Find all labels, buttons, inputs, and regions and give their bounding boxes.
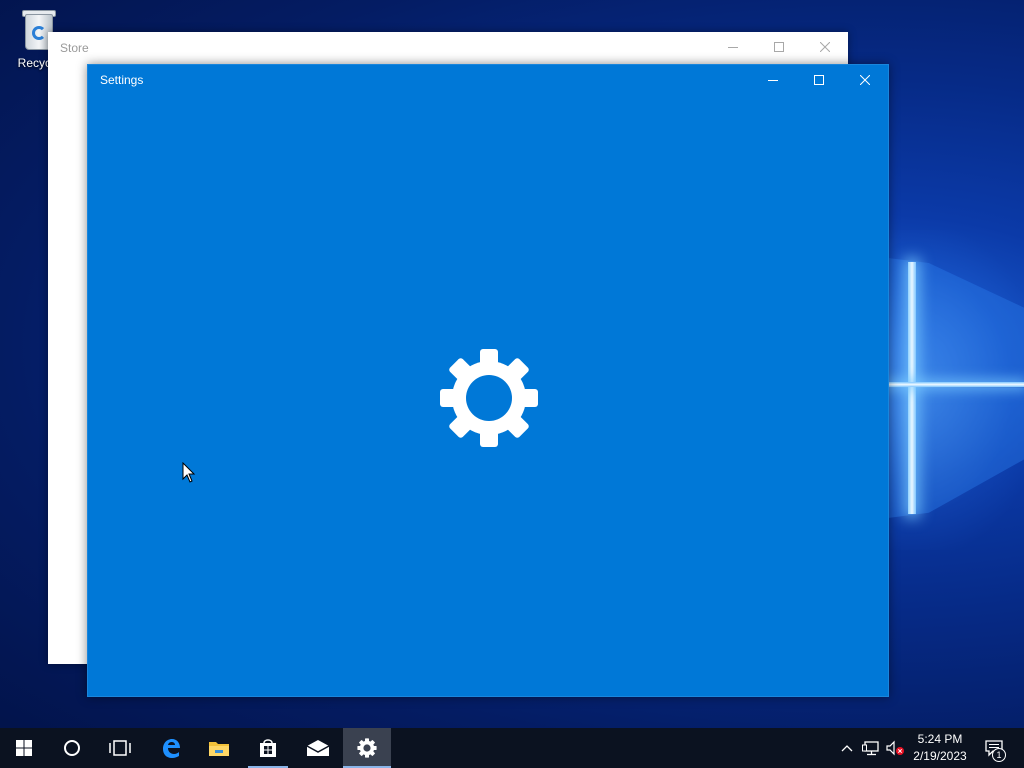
chevron-up-icon bbox=[841, 745, 853, 752]
settings-taskbar-button[interactable] bbox=[343, 728, 391, 768]
network-icon bbox=[862, 741, 879, 756]
maximize-button[interactable] bbox=[796, 65, 842, 95]
window-title: Settings bbox=[100, 73, 144, 87]
notification-count-badge: 1 bbox=[992, 748, 1006, 762]
settings-window[interactable]: Settings bbox=[87, 64, 889, 697]
store-bag-icon bbox=[260, 739, 276, 757]
volume-button[interactable] bbox=[884, 728, 906, 768]
task-view-button[interactable] bbox=[96, 728, 144, 768]
start-button[interactable] bbox=[0, 728, 48, 768]
edge-icon bbox=[163, 739, 180, 758]
action-center-button[interactable] bbox=[978, 728, 1010, 768]
minimize-icon bbox=[768, 80, 778, 81]
maximize-icon bbox=[774, 42, 784, 52]
minimize-button[interactable] bbox=[710, 32, 756, 62]
mail-button[interactable] bbox=[294, 728, 342, 768]
store-taskbar-button[interactable] bbox=[244, 728, 292, 768]
clock[interactable]: 5:24 PM 2/19/2023 bbox=[906, 731, 974, 765]
windows-logo-icon bbox=[16, 740, 32, 756]
close-button[interactable] bbox=[802, 32, 848, 62]
gear-icon bbox=[357, 738, 377, 758]
window-title: Store bbox=[60, 41, 89, 55]
search-button[interactable] bbox=[48, 728, 96, 768]
volume-muted-icon bbox=[886, 740, 904, 756]
clock-time: 5:24 PM bbox=[917, 732, 963, 746]
task-view-icon bbox=[109, 740, 131, 756]
file-explorer-button[interactable] bbox=[195, 728, 243, 768]
cortana-circle-icon bbox=[64, 740, 80, 756]
wallpaper-beam bbox=[888, 382, 1024, 387]
network-button[interactable] bbox=[860, 728, 882, 768]
mail-icon bbox=[306, 740, 330, 756]
minimize-button[interactable] bbox=[750, 65, 796, 95]
close-icon bbox=[820, 42, 830, 52]
close-icon bbox=[860, 75, 870, 85]
wallpaper-beam bbox=[908, 262, 916, 514]
gear-icon bbox=[440, 349, 538, 447]
minimize-icon bbox=[728, 47, 738, 48]
maximize-icon bbox=[814, 75, 824, 85]
edge-button[interactable] bbox=[147, 728, 195, 768]
maximize-button[interactable] bbox=[756, 32, 802, 62]
close-button[interactable] bbox=[842, 65, 888, 95]
taskbar: 5:24 PM 2/19/2023 bbox=[0, 728, 1024, 768]
clock-date: 2/19/2023 bbox=[913, 749, 967, 763]
mouse-cursor-icon bbox=[182, 462, 196, 483]
folder-icon bbox=[209, 742, 229, 756]
show-hidden-icons-button[interactable] bbox=[838, 728, 856, 768]
